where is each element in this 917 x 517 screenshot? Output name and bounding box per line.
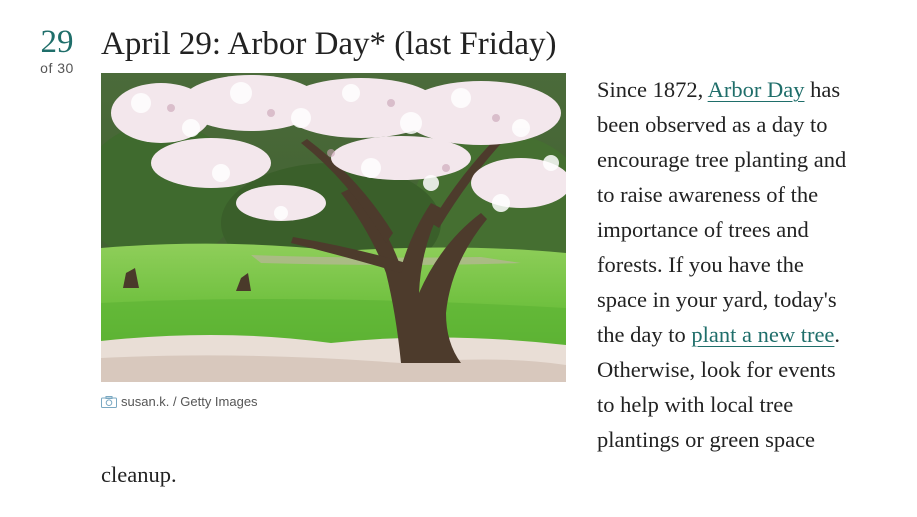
- paragraph-text-1: Since 1872,: [597, 77, 708, 102]
- photo-credit: susan.k. / Getty Images: [101, 392, 566, 412]
- page-title: April 29: Arbor Day* (last Friday): [101, 26, 557, 62]
- camera-icon: [101, 396, 117, 408]
- article-body: susan.k. / Getty Images Since 1872, Arbo…: [101, 73, 856, 492]
- photo-credit-text: susan.k. / Getty Images: [121, 394, 258, 409]
- slide-total: of 30: [40, 60, 74, 76]
- photo-figure: susan.k. / Getty Images: [101, 73, 566, 446]
- magnolia-tree-photo: [101, 73, 566, 382]
- plant-a-new-tree-link[interactable]: plant a new tree: [691, 322, 834, 347]
- slide-number: 29: [40, 24, 74, 60]
- paragraph-text-2: has been observed as a day to encourage …: [597, 77, 847, 347]
- slide-counter: 29 of 30: [26, 24, 88, 76]
- arbor-day-link[interactable]: Arbor Day: [708, 77, 805, 102]
